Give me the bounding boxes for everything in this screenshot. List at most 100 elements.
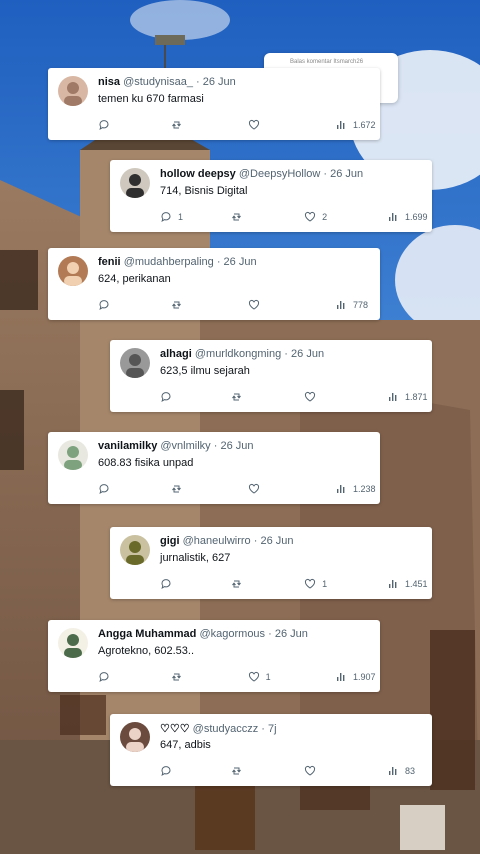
reply-icon: [160, 391, 172, 403]
action-bar: 1 1.907: [98, 670, 376, 684]
like-count: 1: [265, 672, 271, 682]
display-name[interactable]: ♡♡♡: [160, 723, 190, 735]
user-handle[interactable]: @mudahberpaling: [124, 256, 214, 268]
like-button[interactable]: [248, 298, 266, 312]
comment-card[interactable]: hollow deepsy @DeepsyHollow · 26 Jun 714,…: [110, 160, 432, 232]
reply-button[interactable]: [98, 298, 116, 312]
like-button[interactable]: [248, 118, 266, 132]
like-button[interactable]: [248, 482, 266, 496]
reply-context-label: Balas komentar Itsmarch26: [290, 59, 364, 65]
views-button[interactable]: 1.699: [387, 210, 428, 224]
avatar[interactable]: [58, 628, 88, 658]
repost-button[interactable]: [231, 577, 249, 591]
reply-button[interactable]: [98, 118, 116, 132]
views-icon: [387, 211, 399, 223]
post-date: 26 Jun: [220, 440, 254, 452]
post-date: 26 Jun: [202, 76, 236, 88]
comment-card[interactable]: alhagi @murldkongming · 26 Jun 623,5 ilmu…: [110, 340, 432, 412]
user-handle[interactable]: @murldkongming: [195, 348, 281, 360]
view-count: 1.699: [405, 212, 428, 222]
display-name[interactable]: hollow deepsy: [160, 168, 236, 180]
repost-button[interactable]: [171, 670, 189, 684]
post-date: 26 Jun: [260, 535, 294, 547]
avatar[interactable]: [120, 722, 150, 752]
like-button[interactable]: 1: [248, 670, 271, 684]
views-button[interactable]: 1.871: [387, 390, 428, 404]
comment-card[interactable]: Angga Muhammad @kagormous · 26 Jun Agrote…: [48, 620, 380, 692]
comment-card[interactable]: gigi @haneulwirro · 26 Jun jurnalistik, 6…: [110, 527, 432, 599]
action-bar: 1.672: [98, 118, 376, 132]
display-name[interactable]: fenii: [98, 256, 121, 268]
views-button[interactable]: 1.672: [335, 118, 376, 132]
heart-icon: [304, 391, 316, 403]
separator-dot: ·: [261, 723, 265, 735]
comment-text: 647, adbis: [160, 739, 211, 751]
avatar[interactable]: [120, 535, 150, 565]
display-name[interactable]: nisa: [98, 76, 120, 88]
comment-header: vanilamilky @vnlmilky · 26 Jun: [98, 440, 254, 452]
separator-dot: ·: [253, 535, 258, 547]
views-icon: [335, 299, 347, 311]
like-button[interactable]: 2: [304, 210, 327, 224]
like-button[interactable]: 1: [304, 577, 327, 591]
comment-header: fenii @mudahberpaling · 26 Jun: [98, 256, 257, 268]
repost-button[interactable]: [231, 764, 249, 778]
view-count: 778: [353, 300, 369, 310]
reply-button[interactable]: 1: [160, 210, 183, 224]
avatar[interactable]: [58, 440, 88, 470]
repost-icon: [231, 211, 243, 223]
repost-button[interactable]: [171, 482, 189, 496]
separator-dot: ·: [196, 76, 200, 88]
display-name[interactable]: Angga Muhammad: [98, 628, 196, 640]
reply-icon: [160, 765, 172, 777]
heart-icon: [248, 299, 260, 311]
views-button[interactable]: 83: [387, 764, 415, 778]
reply-button[interactable]: [160, 577, 178, 591]
comment-card[interactable]: nisa @studynisaa_ · 26 Jun temen ku 670 f…: [48, 68, 380, 140]
separator-dot: ·: [284, 348, 288, 360]
views-button[interactable]: 1.238: [335, 482, 376, 496]
repost-icon: [171, 483, 183, 495]
like-count: 1: [322, 579, 328, 589]
comment-text: Agrotekno, 602.53..: [98, 645, 195, 657]
views-button[interactable]: 1.451: [387, 577, 428, 591]
reply-button[interactable]: [98, 670, 116, 684]
user-handle[interactable]: @kagormous: [199, 628, 265, 640]
repost-icon: [231, 765, 243, 777]
comment-card[interactable]: vanilamilky @vnlmilky · 26 Jun 608.83 fis…: [48, 432, 380, 504]
view-count: 1.871: [405, 392, 428, 402]
action-bar: 1.238: [98, 482, 376, 496]
view-count: 1.238: [353, 484, 376, 494]
reply-button[interactable]: [160, 764, 178, 778]
reply-button[interactable]: [160, 390, 178, 404]
repost-button[interactable]: [231, 390, 249, 404]
like-button[interactable]: [304, 390, 322, 404]
reply-button[interactable]: [98, 482, 116, 496]
reply-icon: [98, 483, 110, 495]
repost-button[interactable]: [231, 210, 249, 224]
views-button[interactable]: 1.907: [335, 670, 376, 684]
user-handle[interactable]: @studynisaa_: [123, 76, 193, 88]
comment-header: hollow deepsy @DeepsyHollow · 26 Jun: [160, 168, 363, 180]
reply-icon: [160, 211, 172, 223]
repost-button[interactable]: [171, 298, 189, 312]
avatar[interactable]: [120, 348, 150, 378]
action-bar: 83: [160, 764, 422, 778]
avatar[interactable]: [120, 168, 150, 198]
display-name[interactable]: vanilamilky: [98, 440, 157, 452]
avatar[interactable]: [58, 256, 88, 286]
heart-icon: [248, 119, 260, 131]
comment-card[interactable]: ♡♡♡ @studyacczz · 7j 647, adbis 83: [110, 714, 432, 786]
like-button[interactable]: [304, 764, 322, 778]
post-date: 26 Jun: [291, 348, 325, 360]
user-handle[interactable]: @vnlmilky: [160, 440, 210, 452]
display-name[interactable]: alhagi: [160, 348, 192, 360]
user-handle[interactable]: @DeepsyHollow: [239, 168, 320, 180]
display-name[interactable]: gigi: [160, 535, 180, 547]
user-handle[interactable]: @studyacczz: [193, 723, 259, 735]
views-button[interactable]: 778: [335, 298, 368, 312]
avatar[interactable]: [58, 76, 88, 106]
user-handle[interactable]: @haneulwirro: [183, 535, 251, 547]
repost-button[interactable]: [171, 118, 189, 132]
comment-card[interactable]: fenii @mudahberpaling · 26 Jun 624, perik…: [48, 248, 380, 320]
